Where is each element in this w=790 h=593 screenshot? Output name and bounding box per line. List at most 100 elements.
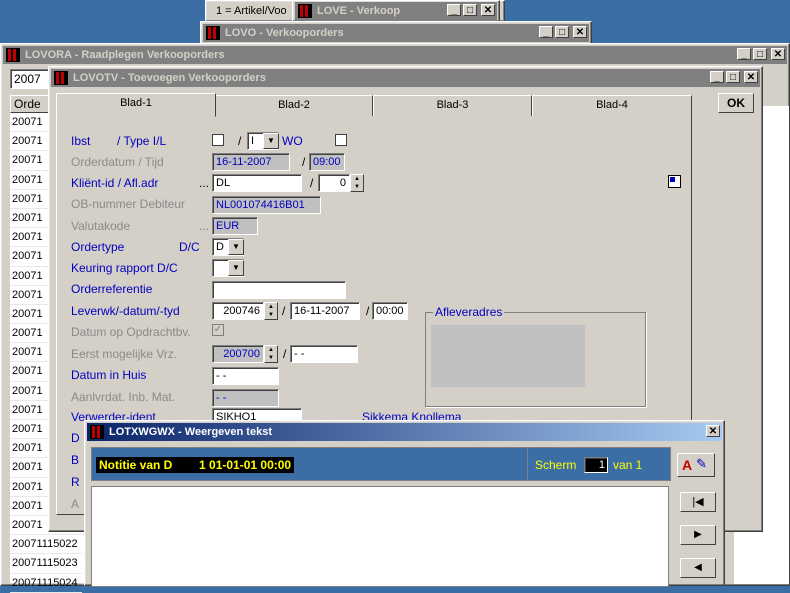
table-row[interactable]: 20071115022 [10,535,82,555]
lovo-title: LOVO - Verkooporders [225,27,344,39]
lovotv-title: LOVOTV - Toevoegen Verkooporders [73,72,266,84]
orderreferentie-input[interactable] [212,281,346,299]
close-icon[interactable]: ✕ [744,71,758,83]
app-icon [6,48,20,62]
label-ob-nummer: OB-nummer Debiteur [71,197,186,211]
ibst-checkbox[interactable] [212,134,224,146]
tab-blad-2[interactable]: Blad-2 [215,95,373,116]
label-datum-in-huis: Datum in Huis [71,368,147,382]
text-style-icon: A [682,457,693,473]
next-page-button[interactable]: ▶ [680,525,716,545]
lovora-list-header[interactable]: Orde [10,95,50,113]
chevron-down-icon[interactable]: ▼ [228,260,244,276]
tab-blad-3[interactable]: Blad-3 [373,95,532,116]
label-truncated-b: B [71,453,80,467]
lovo-titlebar[interactable]: LOVO - Verkooporders _ □ ✕ [203,24,589,42]
app-icon [90,425,104,439]
label-ibst: Ibst [71,134,91,148]
eerst-mogelijk-datum-input[interactable]: - - [290,345,358,363]
close-icon[interactable]: ✕ [573,26,587,38]
lovora-titlebar[interactable]: LOVORA - Raadplegen Verkooporders _ □ ✕ [3,46,787,64]
ok-label: OK [727,96,745,110]
ob-nummer-field: NL001074416B01 [212,196,321,214]
maximize-icon[interactable]: □ [753,48,767,60]
minimize-icon[interactable]: _ [710,71,724,83]
label-keuring: Keuring rapport D/C [71,261,178,275]
label-eerst-mogelijk: Eerst mogelijke Vrz. [71,347,178,361]
label-afleveradres: Afleveradres [433,305,505,319]
lotxwgwx-title: LOTXWGWX - Weergeven tekst [109,426,272,438]
leverdatum-input[interactable]: 16-11-2007 [290,302,360,320]
label-valutakode: Valutakode [71,219,131,233]
maximize-icon[interactable]: □ [555,26,569,38]
close-icon[interactable]: ✕ [706,425,720,437]
minimize-icon[interactable]: _ [447,4,461,16]
table-row[interactable]: 20071115023 [10,554,82,574]
tijd-field: 09:00 [309,153,345,171]
lookup-dots[interactable]: ... [199,219,209,233]
levertyd-input[interactable]: 00:00 [372,302,408,320]
minimize-icon[interactable]: _ [539,26,553,38]
slash-sep: / [366,304,370,318]
scherm-label: Scherm [535,458,577,472]
label-datum-opdracht: Datum op Opdrachtbv. [71,325,191,339]
slash-sep: / [282,304,286,318]
afleveradres-display [431,325,585,387]
notitie-header: Notitie van D 1 01-01-01 00:00 [96,457,295,473]
notepad-icon[interactable] [668,175,681,188]
lovotv-titlebar[interactable]: LOVOTV - Toevoegen Verkooporders _ □ ✕ [51,69,760,87]
app-icon [298,4,312,18]
orderdatum-field: 16-11-2007 [212,153,290,171]
previous-page-button[interactable]: ◀ [680,558,716,578]
slash-sep: / [238,134,242,148]
lookup-dots[interactable]: ... [199,176,209,190]
brush-icon: ✎ [696,456,707,471]
label-orderreferentie: Orderreferentie [71,282,153,296]
label-leverwk: Leverwk/-datum/-tyd [71,304,180,318]
lotxwgwx-window[interactable]: LOTXWGWX - Weergeven tekst ✕ Notitie van… [84,420,725,587]
tab-blad-4[interactable]: Blad-4 [532,95,692,116]
close-icon[interactable]: ✕ [771,48,785,60]
tab-blad-1[interactable]: Blad-1 [56,93,216,117]
slash-sep: / [283,347,287,361]
slash-sep: / [310,176,314,190]
label-aanlvrdat: Aanlvrdat. Inb. Mat. [71,390,176,404]
previous-page-icon: ◀ [694,562,702,573]
table-row[interactable]: 20071115024 [10,574,82,593]
chevron-down-icon[interactable]: ▼ [228,239,244,255]
eerst-mogelijk-wk-field: 200700 [212,345,264,363]
love-titlebar[interactable]: LOVE - Verkoop _ □ ✕ [295,2,497,20]
lovora-col-header: Orde [14,97,41,111]
scherm-panel: Scherm 1 van 1 [527,447,671,481]
notitie-text-area[interactable] [91,486,669,587]
app-icon [54,71,68,85]
app-icon [206,26,220,40]
font-color-button[interactable]: A ✎ [677,453,715,477]
lotxwgwx-titlebar[interactable]: LOTXWGWX - Weergeven tekst ✕ [87,423,722,441]
artikel-label: 1 = Artikel/Voo [216,5,287,17]
first-page-button[interactable]: |◀ [680,492,716,512]
next-page-icon: ▶ [694,529,702,540]
label-type: / Type I/L [117,134,167,148]
lovora-title: LOVORA - Raadplegen Verkooporders [25,49,225,61]
minimize-icon[interactable]: _ [737,48,751,60]
chevron-down-icon[interactable]: ▼ [263,133,279,149]
label-truncated-r: R [71,475,80,489]
eerst-mogelijk-spinner: ▲ ▼ [264,345,278,363]
maximize-icon[interactable]: □ [726,71,740,83]
love-window[interactable]: LOVE - Verkoop _ □ ✕ [292,0,500,22]
afl-adr-spinner[interactable]: ▲ ▼ [350,174,364,192]
leverwk-input[interactable]: 200746 [212,302,264,320]
leverwk-spinner[interactable]: ▲ ▼ [264,302,278,320]
valutakode-field: EUR [212,217,258,235]
maximize-icon[interactable]: □ [463,4,477,16]
close-icon[interactable]: ✕ [481,4,495,16]
label-orderdatum: Orderdatum / Tijd [71,155,164,169]
scherm-input[interactable]: 1 [584,457,608,473]
afl-adr-input[interactable]: 0 [318,174,350,192]
klient-id-input[interactable]: DL [212,174,302,192]
datum-in-huis-input[interactable]: - - [212,367,279,385]
ok-button[interactable]: OK [718,93,754,113]
lovora-filter-input[interactable]: 2007 [10,69,50,89]
wo-checkbox[interactable] [335,134,347,146]
